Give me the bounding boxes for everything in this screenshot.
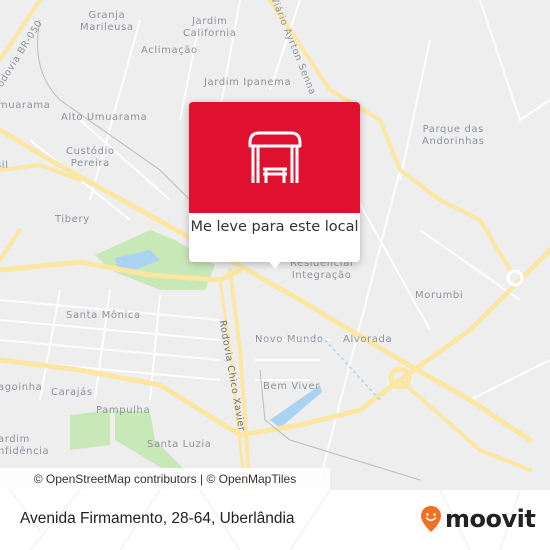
neighborhood-label: Parque das Andorinhas xyxy=(422,124,485,147)
neighborhood-label: Alto Umuarama xyxy=(61,112,148,123)
moovit-logo[interactable]: moovit xyxy=(420,504,536,534)
neighborhood-label: Granja Marileusa xyxy=(80,10,134,33)
neighborhood-label: agoinha xyxy=(0,382,43,393)
neighborhood-label: Pampulha xyxy=(96,405,151,416)
neighborhood-label: Tibery xyxy=(55,214,90,225)
map-attribution[interactable]: © OpenStreetMap contributors | © OpenMap… xyxy=(0,468,330,490)
moovit-logo-text: moovit xyxy=(445,505,536,533)
neighborhood-label: Santa Mônica xyxy=(66,310,141,321)
neighborhood-label: Alvorada xyxy=(343,334,393,345)
neighborhood-label: Umuarama xyxy=(0,100,51,111)
popup-header xyxy=(189,102,360,213)
neighborhood-label: Novo Mundo xyxy=(255,334,324,345)
neighborhood-label: Aclimação xyxy=(141,45,198,56)
neighborhood-label: Jardim California xyxy=(183,16,237,39)
popup-pointer xyxy=(268,260,282,269)
popup-label[interactable]: Me leve para este local xyxy=(189,213,360,238)
neighborhood-label: Morumbi xyxy=(415,290,464,301)
neighborhood-label: Carajás xyxy=(51,387,93,398)
neighborhood-label: sil xyxy=(0,160,9,171)
neighborhood-label: Santa Luzia xyxy=(147,439,212,450)
neighborhood-label: Jardim Ipanema xyxy=(204,77,292,88)
destination-popup[interactable]: Me leve para este local xyxy=(189,102,360,269)
neighborhood-label: Custódio Pereira xyxy=(66,146,115,169)
address-text: Avenida Firmamento, 28-64, Uberlândia xyxy=(20,510,295,527)
bus-stop-icon xyxy=(248,131,302,183)
canal xyxy=(324,339,381,401)
neighborhood-label: Bem Viver xyxy=(263,381,320,392)
footer: Avenida Firmamento, 28-64, Uberlândia mo… xyxy=(0,490,550,550)
map[interactable]: odovia BR-050 Viário Ayrton Senna Rodovi… xyxy=(0,0,550,490)
neighborhood-label: ardim nfidência xyxy=(0,434,50,457)
moovit-pin-icon xyxy=(421,506,441,532)
